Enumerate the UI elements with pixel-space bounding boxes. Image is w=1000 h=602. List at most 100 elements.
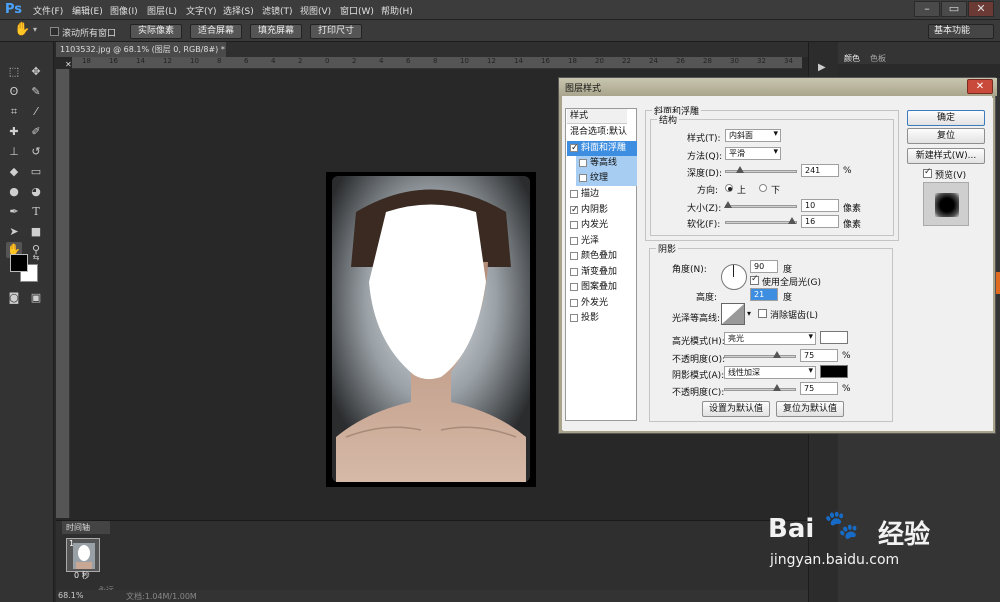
quick-mask-icon[interactable]: ◙ bbox=[6, 290, 22, 306]
clone-stamp-tool-icon[interactable]: ⊥ bbox=[6, 144, 22, 160]
lasso-tool-icon[interactable]: ʘ bbox=[6, 84, 22, 100]
menu-filter[interactable]: 滤镜(T) bbox=[262, 4, 293, 17]
tab-swatches[interactable]: 色板 bbox=[870, 53, 886, 64]
bevel-emboss-checkbox[interactable] bbox=[570, 141, 579, 156]
hand-tool-icon[interactable]: ✋ bbox=[14, 22, 30, 37]
style-contour[interactable]: 等高线 bbox=[576, 156, 637, 171]
angle-input[interactable]: 90 bbox=[750, 260, 778, 273]
tab-color[interactable]: 颜色 bbox=[844, 53, 860, 64]
zoom-readout[interactable]: 68.1% bbox=[58, 591, 83, 600]
highlight-opacity-slider[interactable] bbox=[724, 351, 796, 358]
menu-window[interactable]: 窗口(W) bbox=[340, 4, 374, 17]
frame-delay[interactable]: 0 秒 bbox=[74, 570, 90, 581]
new-style-button[interactable]: 新建样式(W)... bbox=[907, 148, 985, 164]
gradient-tool-icon[interactable]: ▭ bbox=[28, 164, 44, 180]
menu-view[interactable]: 视图(V) bbox=[300, 4, 331, 17]
direction-up-radio[interactable] bbox=[725, 184, 733, 192]
scroll-all-checkbox[interactable] bbox=[50, 27, 59, 36]
size-slider[interactable] bbox=[724, 201, 797, 208]
history-brush-tool-icon[interactable]: ↺ bbox=[28, 144, 44, 160]
menu-edit[interactable]: 编辑(E) bbox=[72, 4, 103, 17]
crop-tool-icon[interactable]: ⌗ bbox=[6, 104, 22, 120]
styles-header[interactable]: 样式 bbox=[567, 109, 627, 124]
contour-checkbox[interactable] bbox=[579, 159, 587, 167]
menu-type[interactable]: 文字(Y) bbox=[186, 4, 217, 17]
restore-button[interactable]: ▭ bbox=[941, 1, 967, 17]
highlight-opacity-input[interactable]: 75 bbox=[800, 349, 838, 362]
path-select-tool-icon[interactable]: ➤ bbox=[6, 224, 22, 240]
menu-help[interactable]: 帮助(H) bbox=[381, 4, 413, 17]
print-size-button[interactable]: 打印尺寸 bbox=[310, 24, 362, 39]
style-bevel-emboss[interactable]: 斜面和浮雕 bbox=[567, 141, 637, 156]
timeline-tab[interactable]: 时间轴 bbox=[62, 521, 110, 534]
move-tool-icon[interactable]: ✥ bbox=[28, 64, 44, 80]
stroke-checkbox[interactable] bbox=[570, 190, 578, 198]
inner-glow-checkbox[interactable] bbox=[570, 221, 578, 229]
pen-tool-icon[interactable]: ✒ bbox=[6, 204, 22, 220]
brush-tool-icon[interactable]: ✐ bbox=[28, 124, 44, 140]
direction-down-radio[interactable] bbox=[759, 184, 767, 192]
healing-brush-tool-icon[interactable]: ✚ bbox=[6, 124, 22, 140]
marquee-tool-icon[interactable]: ⬚ bbox=[6, 64, 22, 80]
minimize-button[interactable]: – bbox=[914, 1, 940, 17]
reset-button[interactable]: 复位 bbox=[907, 128, 985, 144]
texture-checkbox[interactable] bbox=[579, 174, 587, 182]
color-overlay-checkbox[interactable] bbox=[570, 252, 578, 260]
shadow-color-swatch[interactable] bbox=[820, 365, 848, 378]
size-input[interactable]: 10 bbox=[801, 199, 839, 212]
soften-slider-knob[interactable] bbox=[788, 217, 796, 224]
gradient-overlay-checkbox[interactable] bbox=[570, 268, 578, 276]
style-stroke[interactable]: 描边 bbox=[567, 187, 627, 202]
style-blending-options[interactable]: 混合选项:默认 bbox=[567, 125, 637, 140]
shadow-mode-select[interactable]: 线性加深 bbox=[724, 366, 816, 379]
contour-dropdown-icon[interactable]: ▾ bbox=[747, 309, 751, 318]
fill-screen-button[interactable]: 填充屏幕 bbox=[250, 24, 302, 39]
screen-mode-icon[interactable]: ▣ bbox=[28, 290, 44, 306]
global-light-checkbox[interactable] bbox=[750, 274, 759, 285]
depth-slider[interactable] bbox=[725, 166, 797, 173]
animation-frame[interactable]: 1 bbox=[66, 538, 100, 572]
eyedropper-tool-icon[interactable]: ⁄ bbox=[28, 104, 44, 120]
style-pattern-overlay[interactable]: 图案叠加 bbox=[567, 280, 627, 295]
menu-image[interactable]: 图像(I) bbox=[110, 4, 138, 17]
play-icon[interactable]: ▶ bbox=[818, 62, 826, 73]
style-texture[interactable]: 纹理 bbox=[576, 171, 637, 186]
inner-shadow-checkbox[interactable] bbox=[570, 203, 579, 218]
shape-tool-icon[interactable]: ■ bbox=[28, 224, 44, 240]
style-gradient-overlay[interactable]: 渐变叠加 bbox=[567, 265, 627, 280]
type-tool-icon[interactable]: T bbox=[28, 204, 44, 220]
menu-file[interactable]: 文件(F) bbox=[33, 4, 63, 17]
shadow-opacity-input[interactable]: 75 bbox=[800, 382, 838, 395]
gloss-contour-picker[interactable] bbox=[721, 303, 745, 325]
menu-layer[interactable]: 图层(L) bbox=[147, 4, 177, 17]
drop-shadow-checkbox[interactable] bbox=[570, 314, 578, 322]
technique-select[interactable]: 平滑 bbox=[725, 147, 781, 160]
depth-input[interactable]: 241 bbox=[801, 164, 839, 177]
swap-colors-icon[interactable]: ⇆ bbox=[28, 250, 44, 266]
highlight-mode-select[interactable]: 亮光 bbox=[724, 332, 816, 345]
soften-slider[interactable] bbox=[725, 217, 797, 224]
style-satin[interactable]: 光泽 bbox=[567, 234, 627, 249]
document-tab[interactable]: 1103532.jpg @ 68.1% (图层 0, RGB/8#) * ✕ bbox=[56, 42, 226, 69]
shadow-opacity-slider[interactable] bbox=[724, 384, 796, 391]
document-image[interactable] bbox=[326, 172, 536, 487]
quick-select-tool-icon[interactable]: ✎ bbox=[28, 84, 44, 100]
antialias-checkbox[interactable] bbox=[758, 309, 767, 318]
highlight-opacity-knob[interactable] bbox=[773, 351, 781, 358]
outer-glow-checkbox[interactable] bbox=[570, 299, 578, 307]
style-select[interactable]: 内斜面 bbox=[725, 129, 781, 142]
shadow-opacity-knob[interactable] bbox=[773, 384, 781, 391]
style-inner-glow[interactable]: 内发光 bbox=[567, 218, 627, 233]
size-slider-knob[interactable] bbox=[724, 201, 732, 208]
close-tab-icon[interactable]: ✕ bbox=[65, 60, 72, 69]
make-default-button[interactable]: 设置为默认值 bbox=[702, 401, 770, 417]
dialog-titlebar[interactable]: 图层样式 ✕ bbox=[559, 78, 997, 96]
satin-checkbox[interactable] bbox=[570, 237, 578, 245]
menu-select[interactable]: 选择(S) bbox=[223, 4, 254, 17]
color-panel[interactable] bbox=[838, 64, 1000, 78]
foreground-color-swatch[interactable] bbox=[10, 254, 28, 272]
style-outer-glow[interactable]: 外发光 bbox=[567, 296, 627, 311]
preview-checkbox[interactable] bbox=[923, 167, 932, 178]
reset-default-button[interactable]: 复位为默认值 bbox=[776, 401, 844, 417]
blur-tool-icon[interactable]: ● bbox=[6, 184, 22, 200]
